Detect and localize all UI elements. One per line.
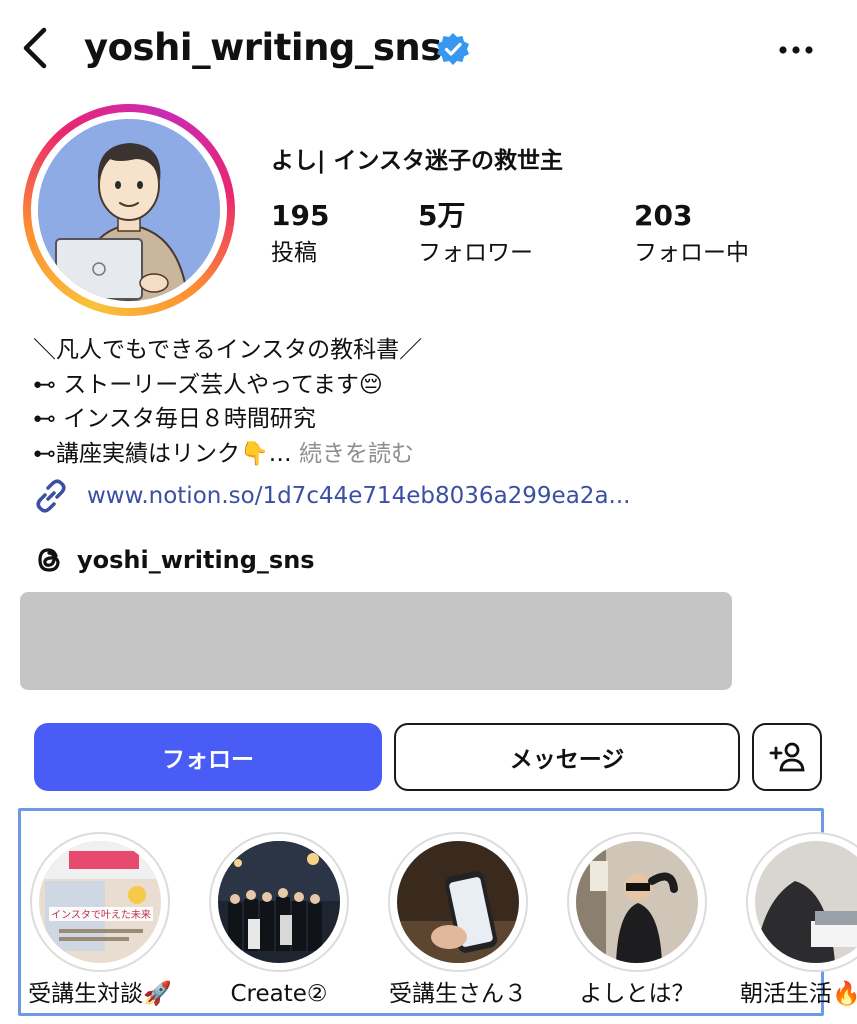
bio-line-last: ⊷講座実績はリンク👇… 続きを読む bbox=[33, 437, 833, 472]
bio-line: ⊷ ストーリーズ芸人やってます😔 bbox=[33, 371, 383, 398]
highlight-cover bbox=[397, 841, 519, 963]
highlight-cover: インスタで叶えた未来 bbox=[39, 841, 161, 963]
highlight-item[interactable]: インスタで叶えた未来 bbox=[30, 832, 170, 972]
highlight-cover bbox=[755, 841, 857, 963]
display-name: よし| インスタ迷子の救世主 bbox=[271, 148, 563, 174]
bio-line: ＼凡人でもできるインスタの教科書／ bbox=[33, 337, 423, 363]
highlight-label: 朝活生活🔥 bbox=[740, 981, 857, 1007]
highlight-cover bbox=[576, 841, 698, 963]
avatar-story-ring[interactable] bbox=[23, 104, 235, 316]
threads-badge[interactable]: yoshi_writing_sns bbox=[33, 543, 315, 577]
chevron-left-icon bbox=[23, 27, 47, 69]
highlight-item[interactable] bbox=[209, 832, 349, 972]
highlight-label: 受講生対談🚀 bbox=[28, 981, 172, 1007]
suggest-user-button[interactable] bbox=[752, 723, 822, 791]
more-options-button[interactable] bbox=[774, 30, 818, 70]
stat-followers-label: フォロワー bbox=[418, 240, 533, 266]
add-person-icon bbox=[769, 742, 805, 772]
message-button[interactable]: メッセージ bbox=[394, 723, 740, 791]
avatar bbox=[38, 119, 220, 301]
redacted-area bbox=[20, 592, 732, 690]
profile-page: yoshi_writing_sns よし| インスタ迷子の救世主 195 投稿 … bbox=[0, 0, 857, 1024]
highlight-item[interactable] bbox=[567, 832, 707, 972]
more-dots-icon bbox=[779, 46, 813, 54]
link-icon bbox=[36, 479, 66, 513]
stat-following-count: 203 bbox=[634, 199, 693, 232]
highlight-thumb-text: インスタで叶えた未来 bbox=[51, 909, 151, 921]
bio-line: ⊷ インスタ毎日８時間研究 bbox=[33, 406, 316, 432]
bio-link-text[interactable]: www.notion.so/1d7c44e714eb8036a299ea2a..… bbox=[87, 483, 630, 509]
stat-following[interactable]: 203 フォロー中 bbox=[634, 196, 749, 270]
bio-line-text: ⊷講座実績はリンク👇… bbox=[33, 440, 292, 467]
bio: ＼凡人でもできるインスタの教科書／ ⊷ ストーリーズ芸人やってます😔 ⊷ インス… bbox=[33, 333, 833, 471]
highlight-label: よしとは？ bbox=[579, 981, 695, 1007]
bio-link[interactable]: www.notion.so/1d7c44e714eb8036a299ea2a..… bbox=[33, 478, 630, 514]
highlight-item[interactable] bbox=[388, 832, 528, 972]
read-more-link[interactable]: 続きを読む bbox=[292, 441, 414, 467]
threads-username[interactable]: yoshi_writing_sns bbox=[77, 546, 315, 574]
verified-badge-icon bbox=[436, 32, 470, 66]
profile-username-title: yoshi_writing_sns bbox=[84, 26, 442, 69]
threads-icon bbox=[38, 548, 60, 572]
stat-followers[interactable]: 5万 フォロワー bbox=[418, 196, 533, 270]
highlight-cover bbox=[218, 841, 340, 963]
stat-posts[interactable]: 195 投稿 bbox=[271, 196, 329, 270]
stat-following-label: フォロー中 bbox=[634, 240, 749, 266]
highlight-label: 受講生さん３ bbox=[389, 981, 527, 1007]
stat-posts-label: 投稿 bbox=[271, 240, 317, 266]
stat-posts-count: 195 bbox=[271, 199, 330, 232]
follow-button[interactable]: フォロー bbox=[34, 723, 382, 791]
stat-followers-count: 5万 bbox=[418, 199, 466, 232]
highlight-label: Create② bbox=[230, 981, 328, 1007]
back-button[interactable] bbox=[14, 24, 54, 72]
